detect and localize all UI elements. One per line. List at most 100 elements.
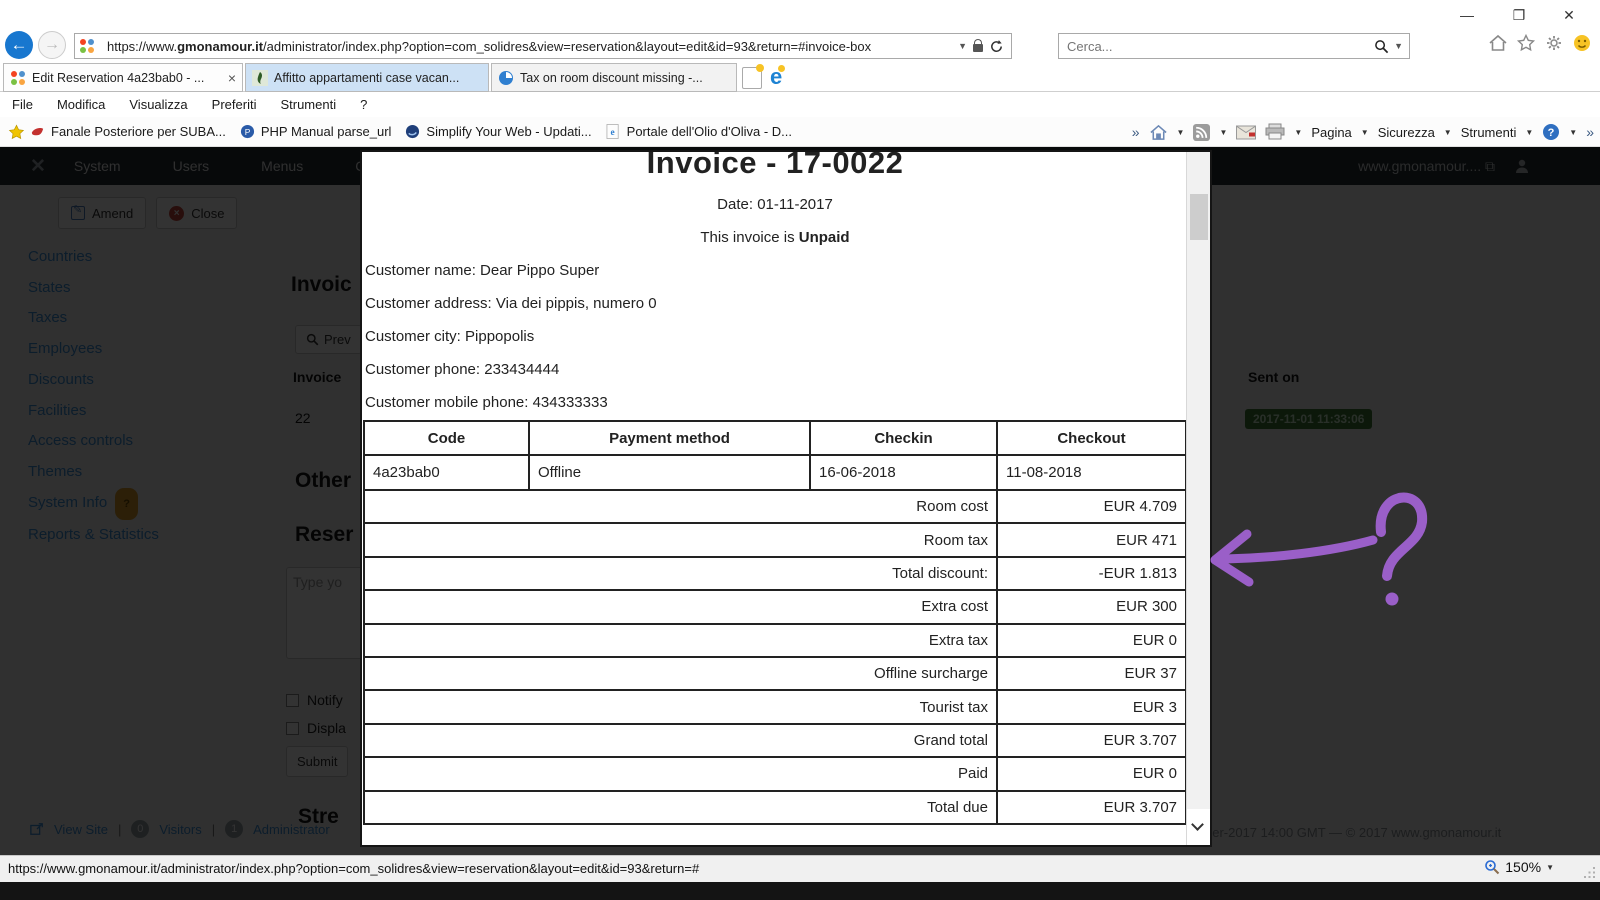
rss-dropdown-icon[interactable]: ▼	[1219, 128, 1227, 137]
invoice-date: Date: 01-11-2017	[362, 196, 1188, 213]
tools-menu[interactable]: Strumenti	[1461, 125, 1517, 140]
tab-tax-discount[interactable]: Tax on room discount missing -...	[491, 63, 737, 92]
fee-row-total-due: Total dueEUR 3.707	[364, 791, 1186, 824]
fee-label: Offline surcharge	[364, 657, 997, 690]
fee-value: EUR 471	[997, 523, 1186, 556]
tab-label: Tax on room discount missing -...	[520, 71, 730, 85]
scrollbar-down-button[interactable]	[1187, 809, 1211, 845]
home-icon[interactable]	[1149, 123, 1168, 142]
print-dropdown-icon[interactable]: ▼	[1294, 128, 1302, 137]
zoom-control[interactable]: 150% ▼	[1484, 859, 1554, 875]
fee-value: EUR 0	[997, 757, 1186, 790]
customer-city: Customer city: Pippopolis	[365, 320, 657, 353]
joomla-favicon	[10, 70, 26, 86]
search-icon[interactable]	[1374, 39, 1389, 54]
tab-edit-reservation[interactable]: Edit Reservation 4a23bab0 - ... ×	[3, 63, 243, 92]
feedback-smiley-icon[interactable]	[1572, 33, 1592, 53]
help-icon[interactable]: ?	[1542, 123, 1560, 141]
resize-grip[interactable]	[1583, 866, 1596, 879]
tab-affitto[interactable]: Affitto appartamenti case vacan...	[245, 63, 489, 92]
menu-edit[interactable]: Modifica	[57, 97, 105, 112]
fee-row-room-cost: Room costEUR 4.709	[364, 490, 1186, 523]
close-window-button[interactable]: ✕	[1546, 2, 1592, 28]
url-text: https://www.gmonamour.it/administrator/i…	[107, 39, 955, 54]
edge-icon[interactable]: e	[770, 64, 782, 90]
favorites-star-icon[interactable]	[1516, 33, 1536, 53]
status-url: https://www.gmonamour.it/administrator/i…	[8, 861, 699, 876]
fee-label: Grand total	[364, 724, 997, 757]
booking-code: 4a23bab0	[364, 455, 529, 490]
favorite-fanale[interactable]: Fanale Posteriore per SUBA...	[30, 124, 226, 140]
forward-button[interactable]: →	[38, 31, 66, 59]
site-favicon	[252, 70, 268, 86]
fee-label: Extra tax	[364, 624, 997, 657]
security-dropdown-icon[interactable]: ▼	[1444, 128, 1452, 137]
search-input[interactable]	[1065, 38, 1374, 55]
security-menu[interactable]: Sicurezza	[1378, 125, 1435, 140]
home-dropdown-icon[interactable]: ▼	[1177, 128, 1185, 137]
favorite-simplify[interactable]: Simplify Your Web - Updati...	[405, 124, 591, 140]
minimize-button[interactable]: —	[1444, 2, 1490, 28]
settings-gear-icon[interactable]	[1544, 33, 1564, 53]
annotation-overlay	[1195, 478, 1430, 618]
invoice-title: Invoice - 17-0022	[362, 152, 1188, 181]
customer-name: Customer name: Dear Pippo Super	[365, 254, 657, 287]
search-box[interactable]: ▼	[1058, 33, 1410, 59]
header-checkin: Checkin	[810, 421, 997, 455]
fee-label: Room cost	[364, 490, 997, 523]
fee-label: Total due	[364, 791, 997, 824]
fee-row-paid: PaidEUR 0	[364, 757, 1186, 790]
rss-icon[interactable]	[1193, 124, 1210, 141]
fee-row-extra-cost: Extra costEUR 300	[364, 590, 1186, 623]
booking-payment-method: Offline	[529, 455, 810, 490]
fee-row-tourist-tax: Tourist taxEUR 3	[364, 690, 1186, 723]
home-icon[interactable]	[1488, 33, 1508, 53]
taskbar-strip	[0, 882, 1600, 900]
help-dropdown-icon[interactable]: ▼	[1569, 128, 1577, 137]
page-dropdown-icon[interactable]: ▼	[1361, 128, 1369, 137]
scrollbar-thumb[interactable]	[1190, 194, 1208, 240]
menu-help[interactable]: ?	[360, 97, 367, 112]
back-button[interactable]: ←	[5, 31, 33, 59]
menu-view[interactable]: Visualizza	[129, 97, 187, 112]
chevron-more-icon[interactable]: »	[1586, 124, 1594, 140]
url-scheme: https://www.	[107, 39, 177, 54]
print-icon[interactable]	[1265, 123, 1285, 141]
favorite-php-manual[interactable]: P PHP Manual parse_url	[240, 124, 392, 140]
fee-value: EUR 3.707	[997, 791, 1186, 824]
fee-label: Room tax	[364, 523, 997, 556]
menu-tools[interactable]: Strumenti	[280, 97, 336, 112]
svg-text:P: P	[245, 126, 251, 136]
tab-close-icon[interactable]: ×	[228, 70, 236, 86]
annotation-question-mark	[1381, 498, 1422, 576]
page-menu[interactable]: Pagina	[1311, 125, 1351, 140]
refresh-icon[interactable]	[989, 39, 1004, 54]
favorite-label: PHP Manual parse_url	[261, 124, 392, 139]
invoice-modal: Invoice - 17-0022 Date: 01-11-2017 This …	[360, 150, 1212, 847]
menu-favorites[interactable]: Preferiti	[212, 97, 257, 112]
chevron-more-icon[interactable]: »	[1132, 124, 1140, 140]
mail-icon[interactable]	[1236, 125, 1256, 140]
favorite-portale-olio[interactable]: e Portale dell'Olio d'Oliva - D...	[606, 124, 792, 140]
header-checkout: Checkout	[997, 421, 1186, 455]
lock-icon[interactable]	[973, 44, 983, 52]
menu-file[interactable]: File	[12, 97, 33, 112]
tools-dropdown-icon[interactable]: ▼	[1525, 128, 1533, 137]
fee-label: Extra cost	[364, 590, 997, 623]
url-dropdown-icon[interactable]: ▼	[958, 41, 967, 51]
fee-label: Total discount:	[364, 557, 997, 590]
new-tab-button[interactable]	[742, 67, 762, 89]
search-dropdown-icon[interactable]: ▼	[1394, 41, 1403, 51]
address-bar[interactable]: https://www.gmonamour.it/administrator/i…	[74, 33, 1012, 59]
fee-value: EUR 4.709	[997, 490, 1186, 523]
site-favicon	[498, 70, 514, 86]
fee-row-room-tax: Room taxEUR 471	[364, 523, 1186, 556]
zoom-dropdown-icon[interactable]: ▼	[1546, 863, 1554, 872]
fee-value: -EUR 1.813	[997, 557, 1186, 590]
favorite-site-icon: e	[606, 124, 622, 140]
status-bar: https://www.gmonamour.it/administrator/i…	[0, 855, 1600, 882]
restore-button[interactable]: ❐	[1496, 2, 1542, 28]
booking-row: 4a23bab0 Offline 16-06-2018 11-08-2018	[364, 455, 1186, 490]
fee-value: EUR 300	[997, 590, 1186, 623]
add-favorite-star-icon[interactable]	[8, 124, 24, 140]
